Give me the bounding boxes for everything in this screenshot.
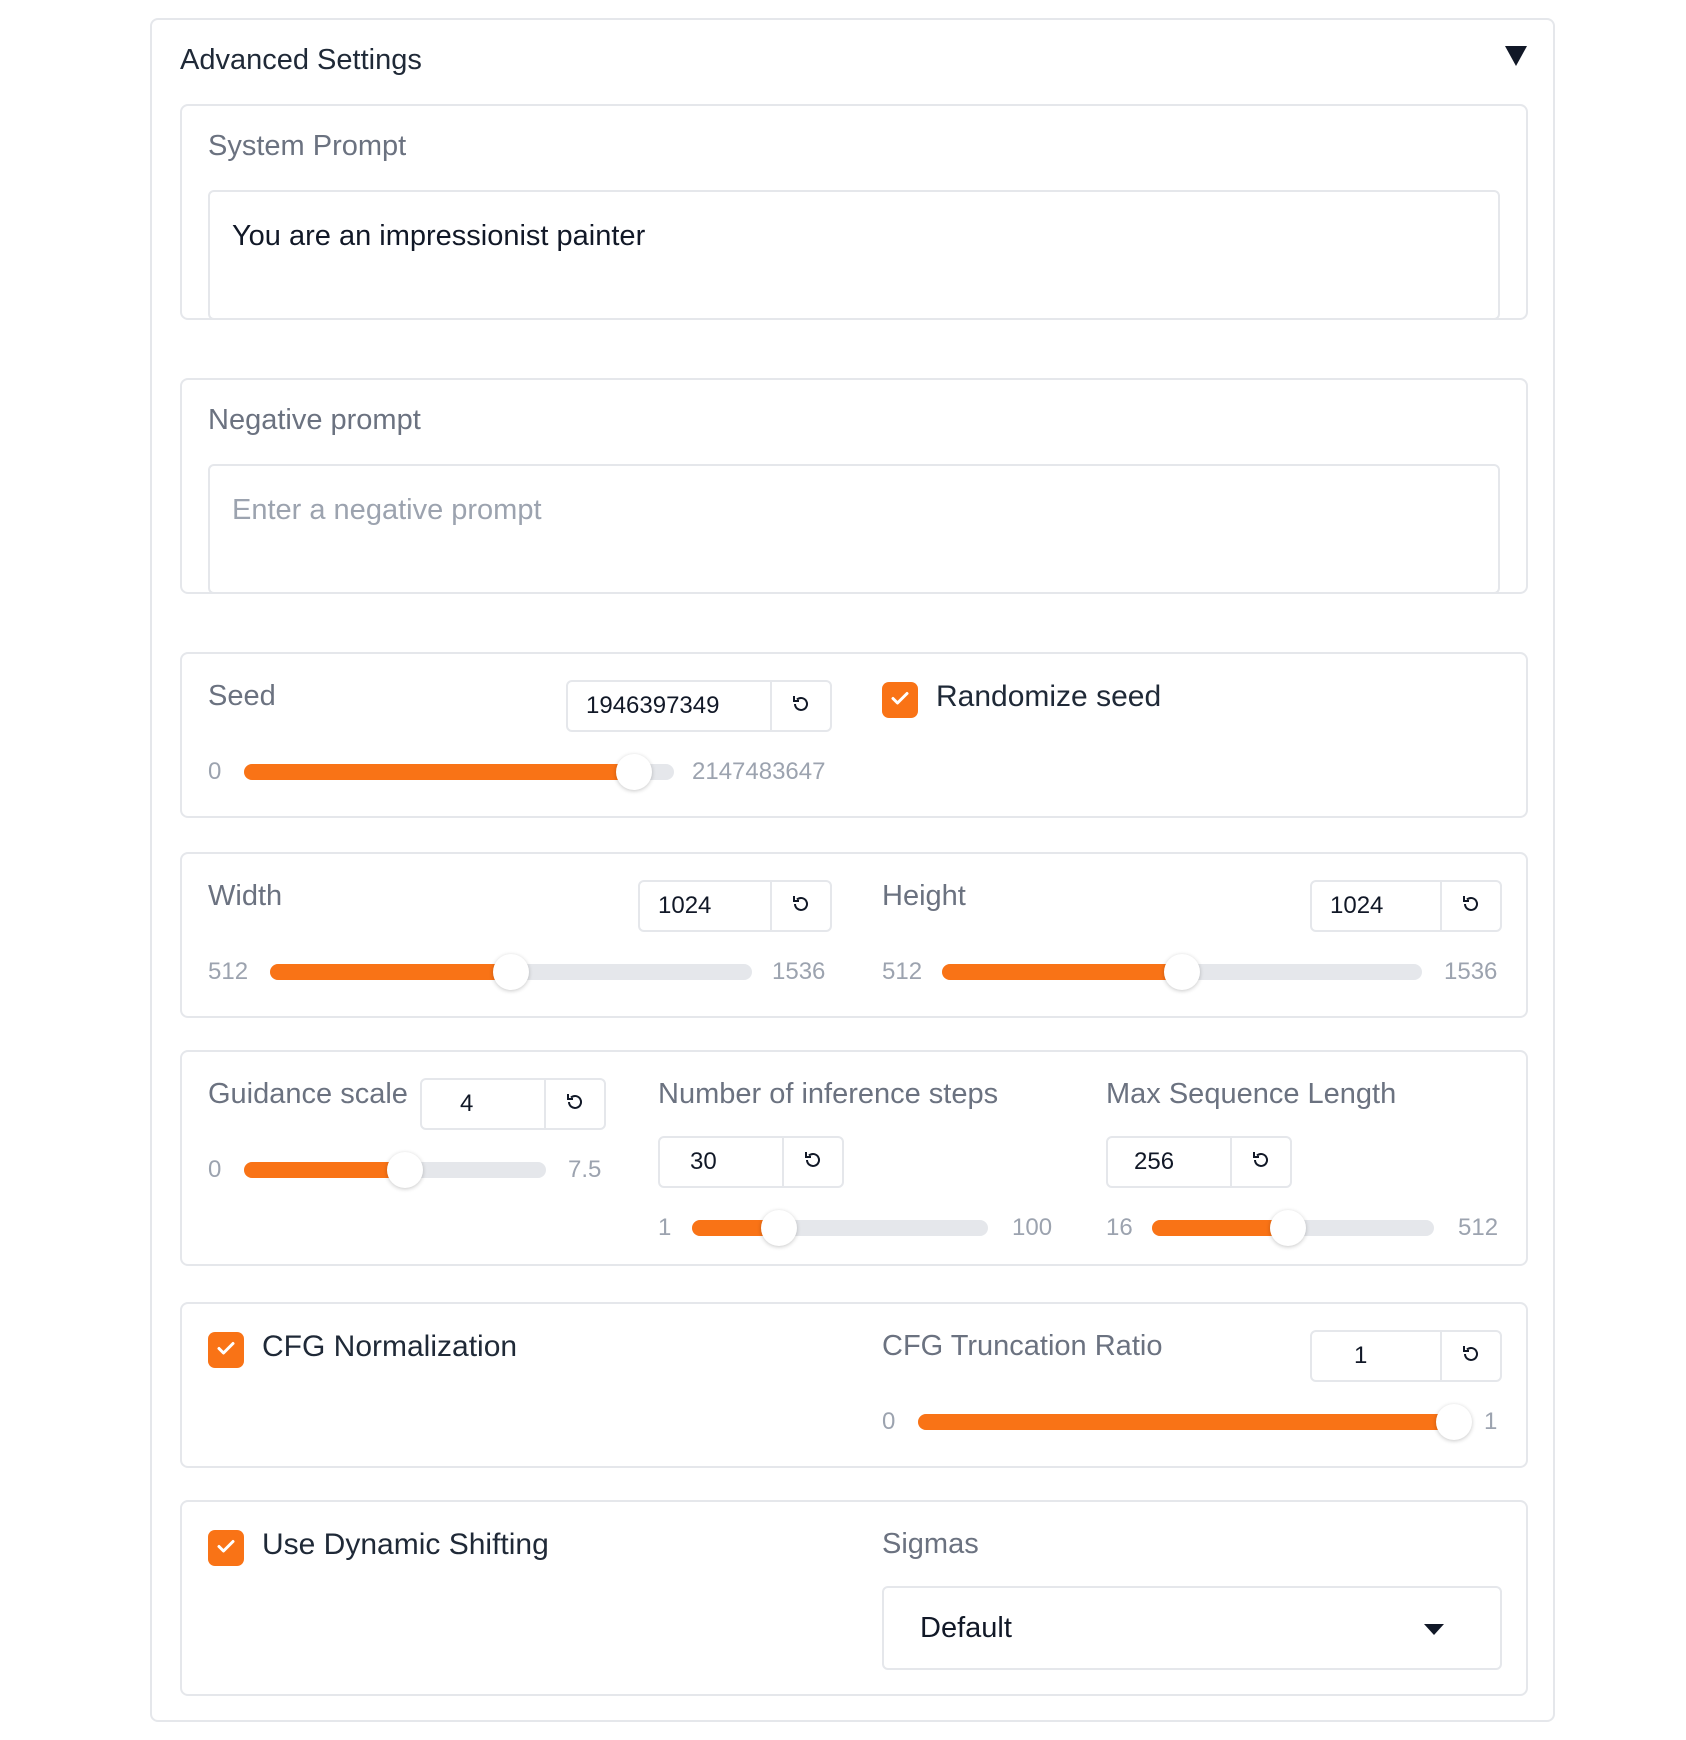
triangle-down-icon[interactable] [1505,46,1527,66]
height-slider-fill [942,964,1182,980]
reset-icon [789,692,813,721]
cfg-truncation-max-label: 1 [1484,1408,1498,1435]
guidance-scale-value[interactable]: 4 [422,1080,544,1128]
guidance-scale-min-label: 0 [208,1156,222,1183]
width-number-input[interactable]: 1024 [638,880,832,932]
seed-number-input[interactable]: 1946397349 [566,680,832,732]
max-seq-length-reset-button[interactable] [1230,1138,1290,1186]
width-min-label: 512 [208,958,249,985]
negative-prompt-label: Negative prompt [208,404,421,436]
cfg-truncation-reset-button[interactable] [1440,1332,1500,1380]
width-label: Width [208,880,283,912]
checkmark-icon [888,686,912,715]
checkmark-icon [214,1336,238,1365]
inference-steps-number-input[interactable]: 30 [658,1136,844,1188]
max-seq-length-slider[interactable] [1152,1210,1434,1246]
max-seq-length-max-label: 512 [1458,1214,1499,1241]
cfg-truncation-slider[interactable] [918,1404,1472,1440]
system-prompt-label: System Prompt [208,130,407,162]
inference-steps-slider-thumb[interactable] [760,1210,797,1246]
seed-min-label: 0 [208,758,222,785]
width-slider[interactable] [270,954,752,990]
seed-value[interactable]: 1946397349 [568,682,770,730]
guidance-scale-slider-fill [244,1162,405,1178]
cfg-truncation-min-label: 0 [882,1408,896,1435]
seed-label: Seed [208,680,276,712]
randomize-seed-label[interactable]: Randomize seed [936,680,1161,714]
height-max-label: 1536 [1444,958,1498,985]
dynamic-shifting-checkbox[interactable] [208,1530,244,1566]
seed-slider-thumb[interactable] [615,754,652,790]
guidance-scale-max-label: 7.5 [568,1156,602,1183]
width-slider-thumb[interactable] [493,954,529,990]
inference-steps-slider[interactable] [692,1210,988,1246]
reset-icon [801,1148,825,1177]
cfg-truncation-number-input[interactable]: 1 [1310,1330,1502,1382]
max-seq-length-label: Max Sequence Length [1106,1078,1397,1110]
seed-slider-fill [244,764,634,780]
max-seq-length-slider-thumb[interactable] [1270,1210,1307,1246]
system-prompt-block: System Prompt You are an impressionist p… [180,104,1528,320]
seed-slider[interactable] [244,754,674,790]
negative-prompt-block: Negative prompt Enter a negative prompt [180,378,1528,594]
reset-icon [563,1090,587,1119]
sigmas-dropdown[interactable]: Default [882,1586,1502,1670]
width-reset-button[interactable] [770,882,830,930]
cfg-truncation-value[interactable]: 1 [1312,1332,1440,1380]
seed-block: Seed 1946397349 0 2147483647 Randomize s… [180,652,1528,818]
width-value[interactable]: 1024 [640,882,770,930]
height-reset-button[interactable] [1440,882,1500,930]
dimensions-block: Width 1024 512 1536 Height 1024 512 1536 [180,852,1528,1018]
randomize-seed-checkbox[interactable] [882,682,918,718]
inference-steps-min-label: 1 [658,1214,672,1241]
height-slider[interactable] [942,954,1422,990]
caret-down-icon [1424,1624,1444,1635]
sigmas-selected-value: Default [920,1611,1012,1644]
guidance-scale-slider[interactable] [244,1152,546,1188]
max-seq-length-number-input[interactable]: 256 [1106,1136,1292,1188]
cfg-truncation-slider-thumb[interactable] [1436,1404,1472,1440]
reset-icon [1249,1148,1273,1177]
system-prompt-textarea[interactable]: You are an impressionist painter [208,190,1500,320]
inference-steps-label: Number of inference steps [658,1078,999,1110]
advanced-settings-panel: Advanced Settings System Prompt You are … [150,18,1555,1722]
guidance-scale-number-input[interactable]: 4 [420,1078,606,1130]
reset-icon [1459,892,1483,921]
inference-steps-value[interactable]: 30 [660,1138,782,1186]
guidance-scale-reset-button[interactable] [544,1080,604,1128]
cfg-truncation-slider-fill [918,1414,1454,1430]
seed-reset-button[interactable] [770,682,830,730]
sampling-block: Guidance scale 4 0 7.5 Number of inferen… [180,1050,1528,1266]
cfg-normalization-label[interactable]: CFG Normalization [262,1330,517,1364]
checkmark-icon [214,1534,238,1563]
dynamic-shifting-label[interactable]: Use Dynamic Shifting [262,1528,549,1562]
reset-icon [789,892,813,921]
guidance-scale-slider-thumb[interactable] [386,1152,423,1188]
max-seq-length-slider-fill [1152,1220,1289,1236]
width-max-label: 1536 [772,958,826,985]
inference-steps-max-label: 100 [1012,1214,1053,1241]
reset-icon [1459,1342,1483,1371]
scheduler-block: Use Dynamic Shifting Sigmas Default [180,1500,1528,1696]
cfg-block: CFG Normalization CFG Truncation Ratio 1… [180,1302,1528,1468]
height-slider-thumb[interactable] [1164,954,1200,990]
cfg-normalization-checkbox[interactable] [208,1332,244,1368]
max-seq-length-value[interactable]: 256 [1108,1138,1230,1186]
seed-max-label: 2147483647 [692,758,826,785]
sigmas-label: Sigmas [882,1528,979,1560]
panel-title[interactable]: Advanced Settings [180,44,422,77]
height-number-input[interactable]: 1024 [1310,880,1502,932]
width-slider-fill [270,964,511,980]
height-min-label: 512 [882,958,923,985]
height-label: Height [882,880,966,912]
cfg-truncation-label: CFG Truncation Ratio [882,1330,1163,1362]
guidance-scale-label: Guidance scale [208,1078,408,1110]
negative-prompt-textarea[interactable]: Enter a negative prompt [208,464,1500,594]
height-value[interactable]: 1024 [1312,882,1440,930]
max-seq-length-min-label: 16 [1106,1214,1133,1241]
inference-steps-reset-button[interactable] [782,1138,842,1186]
